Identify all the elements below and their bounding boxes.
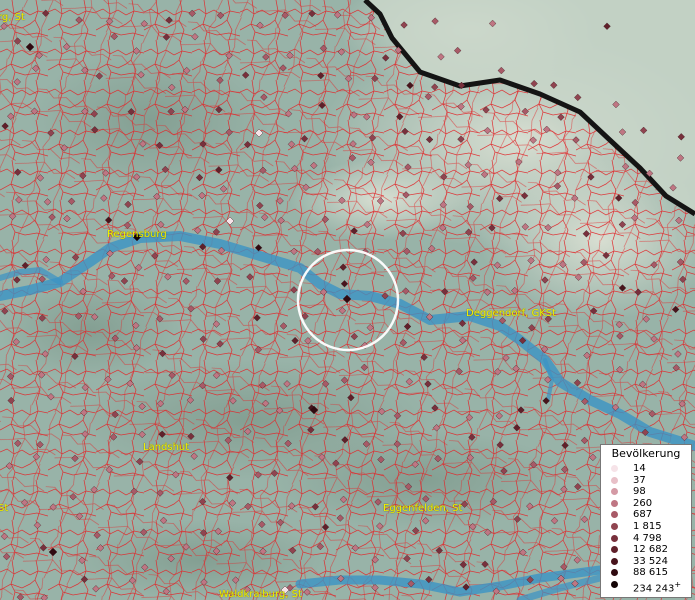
legend-classes: 14 37 98 260 687 1 815 4 798 12 682 33 524 88 615… — [601, 463, 691, 595]
place-label-landshut: Landshut — [143, 442, 190, 453]
place-label-waldkraiburg: Waldkraiburg, St — [219, 589, 302, 600]
legend-class-row: 4 798 — [601, 533, 691, 545]
legend-swatch — [611, 511, 618, 519]
place-label-left-edge-partial: St — [0, 503, 9, 514]
legend-class-row: 98 — [601, 486, 691, 498]
legend-swatch — [611, 476, 618, 484]
legend-swatch — [611, 546, 618, 554]
place-label-eggenfelden: Eggenfelden, St — [383, 503, 463, 514]
legend-title: Bevölkerung — [611, 447, 681, 460]
legend-class-label: 1 815 — [633, 520, 662, 532]
legend-swatch — [611, 488, 618, 496]
legend-class-row: 687 — [601, 509, 691, 521]
legend-class-row: 33 524 — [601, 556, 691, 568]
legend-class-label: 98 — [633, 486, 646, 498]
legend-class-label: 37 — [633, 474, 646, 486]
place-label-top-left-partial: rg, St — [0, 12, 25, 23]
legend-class-row: 234 243+ — [601, 579, 691, 595]
legend-class-row: 12 682 — [601, 544, 691, 556]
legend-class-row: 37 — [601, 475, 691, 487]
place-label-deggendorf: Deggendorf, GKSt — [466, 308, 557, 319]
legend-class-row: 1 815 — [601, 521, 691, 533]
map-canvas[interactable] — [0, 0, 695, 600]
legend-class-row: 88 615 — [601, 567, 691, 579]
legend-swatch — [611, 580, 618, 588]
legend-swatch — [611, 522, 618, 530]
place-label-regensburg: Regensburg — [107, 229, 167, 240]
legend-class-label: 12 682 — [633, 544, 668, 556]
legend-swatch — [611, 557, 618, 565]
legend-class-label: 88 615 — [633, 567, 668, 579]
legend-class-row: 14 — [601, 463, 691, 475]
legend-class-label: 4 798 — [633, 532, 662, 544]
legend-class-label: 687 — [633, 509, 653, 521]
legend-swatch — [611, 534, 618, 542]
legend-swatch — [611, 569, 618, 577]
legend-class-label: 14 — [633, 463, 646, 474]
legend-class-row: 260 — [601, 498, 691, 510]
population-legend: Bevölkerung 14 37 98 260 687 1 815 4 798 12 682… — [600, 444, 692, 598]
legend-swatch — [611, 499, 618, 507]
legend-swatch — [611, 465, 618, 472]
legend-class-label: 234 243+ — [633, 579, 682, 595]
legend-open-end-marker: + — [674, 579, 682, 589]
legend-class-label: 33 524 — [633, 555, 668, 567]
legend-class-label: 260 — [633, 497, 653, 509]
